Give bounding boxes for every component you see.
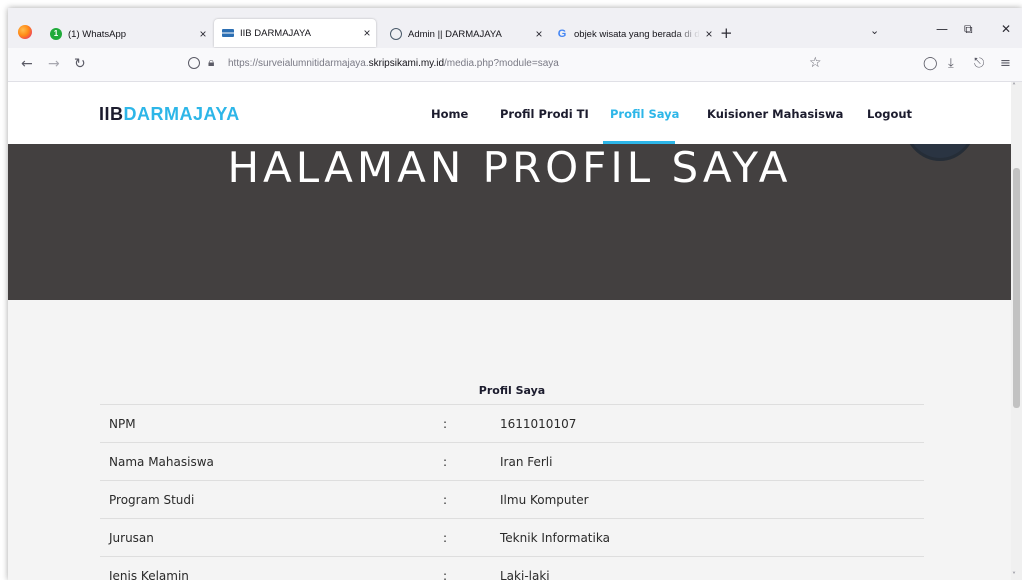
row-separator: : (443, 417, 448, 431)
tab-title: IIB DARMAJAYA (240, 27, 311, 39)
back-icon[interactable]: ← (21, 56, 33, 72)
bookmark-star-icon[interactable]: ☆ (809, 55, 822, 71)
google-icon: G (557, 28, 567, 40)
close-window-icon[interactable]: ✕ (1001, 22, 1011, 36)
table-row: Program Studi : Ilmu Komputer (100, 480, 924, 518)
row-value: Laki-laki (500, 569, 550, 580)
tab-strip: 1 (1) WhatsApp × IIB DARMAJAYA × Admin |… (8, 8, 1022, 48)
admin-globe-icon (390, 28, 402, 40)
table-row: Jenis Kelamin : Laki-laki (100, 556, 924, 580)
address-bar[interactable]: https://surveialumnitidarmajaya.skripsik… (228, 58, 559, 69)
firefox-logo-icon[interactable] (18, 25, 32, 39)
nav-kuisioner-mahasiswa[interactable]: Kuisioner Mahasiswa (707, 107, 843, 121)
minimize-icon[interactable]: — (936, 22, 948, 36)
tracking-protection-shield-icon[interactable] (188, 57, 200, 69)
browser-window: 1 (1) WhatsApp × IIB DARMAJAYA × Admin |… (8, 8, 1022, 580)
reload-icon[interactable]: ↻ (74, 56, 86, 72)
close-tab-icon[interactable]: × (700, 27, 718, 41)
row-separator: : (443, 455, 448, 469)
page-title: HALAMAN PROFIL SAYA (227, 144, 792, 192)
close-tab-icon[interactable]: × (358, 26, 376, 40)
page-scrollbar[interactable]: ˄ ˅ (1011, 82, 1022, 580)
nav-logout[interactable]: Logout (867, 107, 912, 121)
restore-icon[interactable]: ⧉ (964, 22, 973, 37)
tab-title: objek wisata yang berada di dan (574, 28, 700, 40)
row-label: Jurusan (109, 531, 154, 545)
row-label: Jenis Kelamin (109, 569, 189, 580)
row-label: Nama Mahasiswa (109, 455, 214, 469)
tab-google-search[interactable]: G objek wisata yang berada di dan × (548, 21, 718, 47)
page-content: IIBDARMAJAYA Home Profil Prodi TI Profil… (8, 82, 1011, 580)
lock-icon[interactable]: 🔒︎ (208, 55, 214, 70)
tab-iib-darmajaya[interactable]: IIB DARMAJAYA × (214, 19, 376, 47)
menu-hamburger-icon[interactable]: ≡ (1000, 56, 1011, 71)
logo-iib: IIB (99, 104, 124, 124)
row-value: Iran Ferli (500, 455, 553, 469)
new-tab-button[interactable]: + (720, 24, 733, 42)
close-tab-icon[interactable]: × (530, 27, 548, 41)
row-label: Program Studi (109, 493, 195, 507)
scroll-down-arrow-icon[interactable]: ˅ (1012, 571, 1016, 580)
site-header: IIBDARMAJAYA Home Profil Prodi TI Profil… (8, 82, 1011, 144)
nav-profil-saya[interactable]: Profil Saya (610, 107, 679, 121)
pocket-icon[interactable]: ◯ (923, 56, 938, 71)
tab-title: (1) WhatsApp (68, 28, 127, 40)
nav-home[interactable]: Home (431, 107, 468, 121)
extensions-icon[interactable]: ⎋ (974, 56, 984, 71)
row-value: Ilmu Komputer (500, 493, 589, 507)
iib-favicon-icon (222, 29, 234, 37)
scrollbar-thumb[interactable] (1013, 168, 1020, 408)
row-separator: : (443, 569, 448, 580)
row-value: 1611010107 (500, 417, 577, 431)
whatsapp-icon: 1 (50, 28, 62, 40)
nav-profil-prodi-ti[interactable]: Profil Prodi TI (500, 107, 589, 121)
close-tab-icon[interactable]: × (194, 27, 212, 41)
table-row: Jurusan : Teknik Informatika (100, 518, 924, 556)
row-label: NPM (109, 417, 136, 431)
scroll-up-arrow-icon[interactable]: ˄ (1012, 82, 1016, 91)
url-path: /media.php?module=saya (444, 58, 559, 69)
row-separator: : (443, 531, 448, 545)
url-prefix: https://surveialumnitidarmajaya. (228, 58, 369, 69)
table-row: Nama Mahasiswa : Iran Ferli (100, 442, 924, 480)
site-logo[interactable]: IIBDARMAJAYA (99, 104, 240, 125)
downloads-icon[interactable]: ⤓ (948, 56, 954, 71)
forward-icon[interactable]: → (48, 56, 60, 72)
logo-darmajaya: DARMAJAYA (123, 104, 240, 124)
row-separator: : (443, 493, 448, 507)
url-host: skripsikami.my.id (368, 58, 445, 69)
navigation-bar: ← → ↻ 🔒︎ https://surveialumnitidarmajaya… (8, 48, 1022, 82)
row-value: Teknik Informatika (500, 531, 610, 545)
profile-table-caption: Profil Saya (478, 384, 546, 397)
tab-title: Admin || DARMAJAYA (408, 28, 502, 40)
hero-banner: HALAMAN PROFIL SAYA (8, 144, 1011, 300)
tab-whatsapp[interactable]: 1 (1) WhatsApp × (42, 21, 212, 47)
table-row: NPM : 1611010107 (100, 404, 924, 442)
tab-admin-darmajaya[interactable]: Admin || DARMAJAYA × (382, 21, 548, 47)
list-all-tabs-chevron-icon[interactable]: ⌄ (870, 24, 879, 37)
